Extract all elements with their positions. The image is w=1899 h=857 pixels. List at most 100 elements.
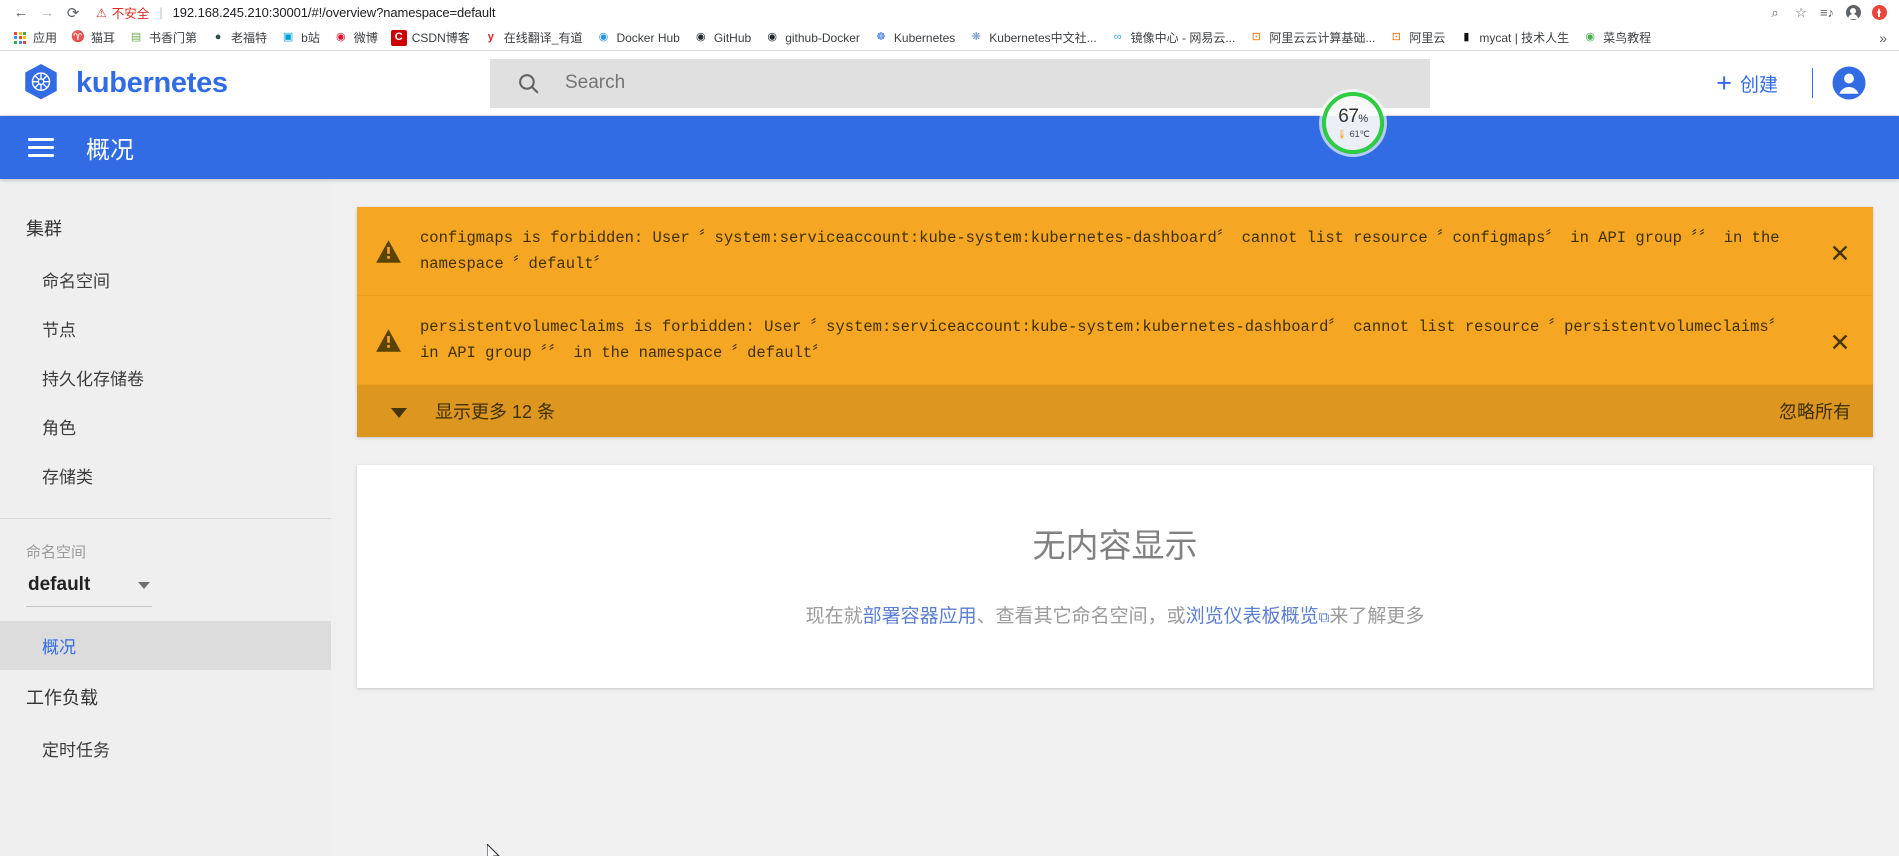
url-text: 192.168.245.210:30001/#!/overview?namesp… — [172, 5, 496, 20]
bookmark-github-docker[interactable]: ◉ github-Docker — [758, 28, 866, 48]
bilibili-icon: ▣ — [282, 31, 294, 43]
bookmark-label: mycat | 技术人生 — [1479, 31, 1570, 45]
alert-item: persistentvolumeclaims is forbidden: Use… — [357, 296, 1873, 385]
sidebar-item-namespaces[interactable]: 命名空间 — [0, 255, 331, 304]
bookmark-github[interactable]: ◉ GitHub — [687, 28, 757, 48]
forward-button[interactable]: → — [34, 2, 60, 24]
main-content: configmaps is forbidden: User 〞system:se… — [331, 179, 1899, 856]
create-button[interactable]: + 创建 — [1700, 69, 1794, 97]
bookmark-label: 应用 — [33, 31, 58, 45]
bookmark-label: CSDN博客 — [411, 31, 470, 45]
hamburger-menu-icon[interactable] — [24, 134, 58, 161]
cpu-temperature-widget[interactable]: 67% 🌡 61℃ — [1322, 92, 1384, 154]
bookmark-star-icon[interactable]: ☆ — [1789, 2, 1813, 24]
bookmark-kubernetes-cn[interactable]: ❋ Kubernetes中文社... — [962, 27, 1102, 48]
sidebar-item-roles[interactable]: 角色 — [0, 402, 331, 451]
deploy-app-link[interactable]: 部署容器应用 — [863, 606, 977, 627]
empty-prefix: 现在就 — [805, 606, 863, 627]
empty-suffix: 来了解更多 — [1329, 606, 1425, 627]
forward-icon: → — [39, 4, 55, 21]
ignore-all-button[interactable]: 忽略所有 — [1779, 398, 1851, 424]
bookmark-weibo[interactable]: ◉ 微博 — [327, 27, 384, 48]
bookmark-youdao[interactable]: y 在线翻译_有道 — [477, 27, 589, 48]
youdao-icon: y — [487, 31, 494, 43]
chevron-down-icon[interactable] — [391, 407, 407, 418]
bookmark-kubernetes[interactable]: ☸ Kubernetes — [867, 28, 961, 48]
alert-message: configmaps is forbidden: User 〞system:se… — [420, 229, 1780, 273]
empty-state-card: 无内容显示 现在就部署容器应用、查看其它命名空间，或浏览仪表板概览⧉来了解更多 — [357, 465, 1873, 688]
github-docker-icon: ◉ — [767, 31, 777, 43]
empty-state-subtitle: 现在就部署容器应用、查看其它命名空间，或浏览仪表板概览⧉来了解更多 — [377, 601, 1853, 628]
zoom-icon[interactable]: ⌕ — [1763, 2, 1787, 24]
bookmark-laofute[interactable]: ● 老福特 — [204, 27, 273, 48]
empty-middle: 、查看其它命名空间，或 — [976, 606, 1186, 627]
profile-avatar-icon[interactable] — [1841, 2, 1865, 24]
bookmarks-overflow-button[interactable]: » — [1873, 30, 1893, 46]
sidebar-item-cron-jobs[interactable]: 定时任务 — [0, 724, 331, 773]
namespace-selected-value: default — [28, 574, 91, 595]
apps-grid-icon — [12, 30, 28, 46]
bookmark-aliyun[interactable]: ⊡ 阿里云 — [1382, 27, 1451, 48]
bookmark-docker-hub[interactable]: ◉ Docker Hub — [589, 28, 685, 48]
bookmark-label: github-Docker — [785, 30, 860, 45]
bookmark-apps[interactable]: 应用 — [6, 27, 63, 48]
bookmark-bilibili[interactable]: ▣ b站 — [274, 27, 326, 48]
alerts-footer: 显示更多 12 条 忽略所有 — [357, 385, 1873, 437]
bookmark-label: 菜鸟教程 — [1603, 31, 1652, 45]
bookmark-netease-mirror[interactable]: ∞ 镜像中心 - 网易云... — [1104, 27, 1242, 48]
namespace-selector-label: 命名空间 — [26, 544, 87, 561]
close-icon[interactable]: ✕ — [1817, 320, 1863, 366]
back-button[interactable]: ← — [8, 2, 34, 24]
security-label: 不安全 — [111, 7, 150, 21]
user-account-button[interactable] — [1831, 65, 1867, 101]
page-title: 概况 — [86, 137, 134, 164]
docker-hub-icon: ◉ — [598, 31, 609, 43]
page-body: 集群 命名空间 节点 持久化存储卷 角色 存储类 命名空间 default 概况… — [0, 179, 1899, 856]
kubernetes-helm-logo — [25, 63, 57, 100]
browser-chrome: ← → ⟳ ⚠ 不安全 | 192.168.245.210:30001/#!/o… — [0, 0, 1899, 51]
sidebar-item-nodes[interactable]: 节点 — [0, 304, 331, 353]
runoob-icon: ◉ — [1585, 31, 1595, 43]
alert-message: persistentvolumeclaims is forbidden: Use… — [420, 318, 1785, 362]
bookmark-label: 微博 — [353, 31, 378, 45]
user-avatar-icon — [1832, 66, 1866, 100]
sidebar-section-cluster: 集群 — [26, 219, 62, 239]
show-more-button[interactable]: 显示更多 12 条 — [435, 398, 555, 424]
sidebar-item-storage-classes[interactable]: 存储类 — [0, 451, 331, 500]
sidebar: 集群 命名空间 节点 持久化存储卷 角色 存储类 命名空间 default 概况… — [0, 179, 331, 856]
bookmark-label: 老福特 — [231, 31, 268, 45]
reload-button[interactable]: ⟳ — [60, 2, 86, 24]
create-label: 创建 — [1739, 74, 1778, 96]
browser-update-icon[interactable] — [1867, 2, 1891, 24]
bookmark-mycat[interactable]: ▮ mycat | 技术人生 — [1452, 27, 1575, 48]
bookmark-label: 在线翻译_有道 — [503, 31, 583, 45]
bookmark-csdn[interactable]: C CSDN博客 — [385, 27, 476, 48]
namespace-selector[interactable]: default — [26, 570, 152, 607]
sidebar-item-persistent-volumes[interactable]: 持久化存储卷 — [0, 353, 331, 402]
search-input[interactable] — [563, 71, 1404, 95]
app-topbar: kubernetes + 创建 — [0, 51, 1899, 116]
cpu-percent: 67% — [1338, 107, 1368, 126]
search-bar[interactable] — [490, 58, 1430, 108]
sidebar-item-overview[interactable]: 概况 — [0, 621, 331, 670]
cpu-percent-unit: % — [1358, 112, 1368, 125]
bookmark-shuxiangmendi[interactable]: ▤ 书香门第 — [122, 27, 203, 48]
bookmark-runoob[interactable]: ◉ 菜鸟教程 — [1576, 27, 1657, 48]
bookmark-aliyun-edu[interactable]: ⊡ 阿里云云计算基础... — [1242, 27, 1381, 48]
bookmark-label: 镜像中心 - 网易云... — [1130, 31, 1236, 45]
browser-action-icons: ⌕ ☆ ≡♪ — [1757, 2, 1891, 24]
bookmark-label: 猫耳 — [91, 31, 116, 45]
bookmark-label: Docker Hub — [616, 30, 680, 45]
address-bar[interactable]: ⚠ 不安全 | 192.168.245.210:30001/#!/overvie… — [86, 2, 1757, 24]
csdn-icon: C — [390, 29, 407, 46]
dashboard-overview-link[interactable]: 浏览仪表板概览 — [1186, 606, 1319, 627]
bookmark-maoer[interactable]: ♈ 猫耳 — [64, 27, 121, 48]
topbar-divider — [1812, 68, 1813, 98]
shuxiang-icon: ▤ — [130, 31, 142, 43]
github-icon: ◉ — [696, 31, 706, 43]
close-icon[interactable]: ✕ — [1817, 231, 1863, 277]
aliyun-icon: ⊡ — [1391, 31, 1401, 43]
netease-mirror-icon: ∞ — [1113, 31, 1122, 43]
reading-list-icon[interactable]: ≡♪ — [1815, 2, 1839, 24]
brand-logo-area[interactable]: kubernetes — [20, 62, 490, 104]
